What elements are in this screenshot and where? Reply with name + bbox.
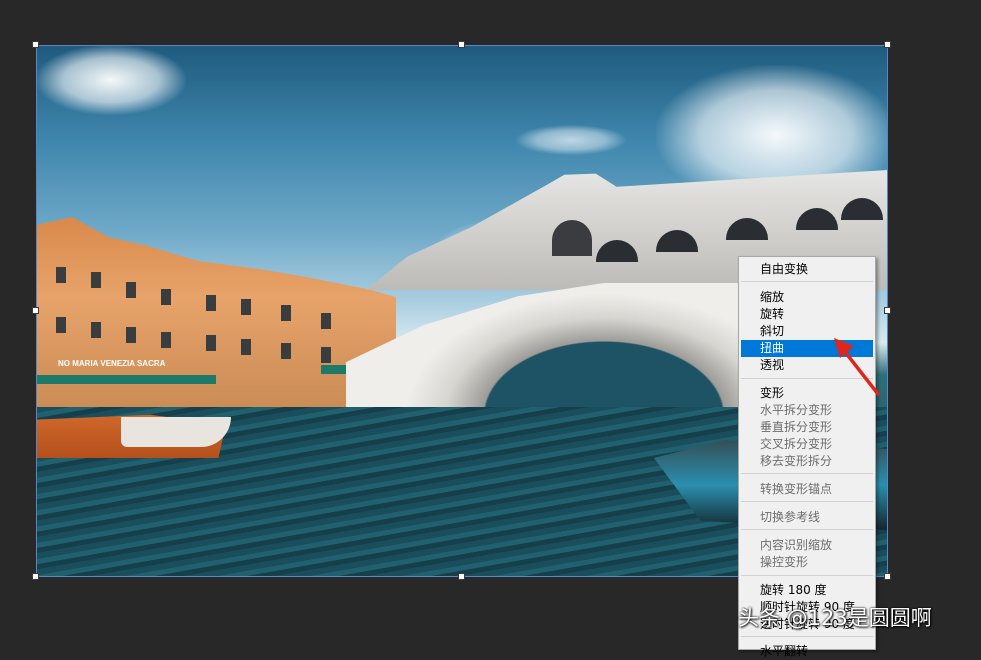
menu-separator: [741, 575, 873, 576]
transform-handle-top-right[interactable]: [884, 41, 891, 48]
transform-handle-bottom-right[interactable]: [884, 573, 891, 580]
menu-item-split-warp-vertical[interactable]: 垂直拆分变形: [741, 419, 873, 436]
menu-item-scale[interactable]: 缩放: [741, 289, 873, 306]
menu-item-split-warp-crosswise[interactable]: 交叉拆分变形: [741, 436, 873, 453]
menu-item-split-warp-horizontal[interactable]: 水平拆分变形: [741, 402, 873, 419]
menu-item-flip-horizontal[interactable]: 水平翻转: [741, 643, 873, 660]
menu-item-content-aware-scale[interactable]: 内容识别缩放: [741, 537, 873, 554]
transform-handle-bottom-left[interactable]: [32, 573, 39, 580]
menu-item-free-transform[interactable]: 自由变换: [741, 261, 873, 278]
transform-handle-top-center[interactable]: [458, 41, 465, 48]
menu-item-toggle-guides[interactable]: 切换参考线: [741, 509, 873, 526]
red-arrow-annotation-icon: [834, 338, 880, 396]
menu-item-remove-warp-split[interactable]: 移去变形拆分: [741, 453, 873, 470]
menu-separator: [741, 501, 873, 502]
menu-item-rotate-180[interactable]: 旋转 180 度: [741, 582, 873, 599]
transform-handle-middle-left[interactable]: [32, 307, 39, 314]
menu-separator: [741, 281, 873, 282]
transform-handle-middle-right[interactable]: [884, 307, 891, 314]
watermark: 头条 @123是圆圆啊: [738, 606, 932, 630]
menu-item-convert-warp-anchor[interactable]: 转换变形锚点: [741, 481, 873, 498]
menu-item-rotate[interactable]: 旋转: [741, 306, 873, 323]
menu-separator: [741, 636, 873, 637]
transform-handle-top-left[interactable]: [32, 41, 39, 48]
menu-item-puppet-warp[interactable]: 操控变形: [741, 554, 873, 571]
menu-separator: [741, 473, 873, 474]
transform-handle-bottom-center[interactable]: [458, 573, 465, 580]
transform-context-menu: 自由变换 缩放 旋转 斜切 扭曲 透视 变形 水平拆分变形 垂直拆分变形 交叉拆…: [738, 256, 876, 658]
menu-separator: [741, 529, 873, 530]
